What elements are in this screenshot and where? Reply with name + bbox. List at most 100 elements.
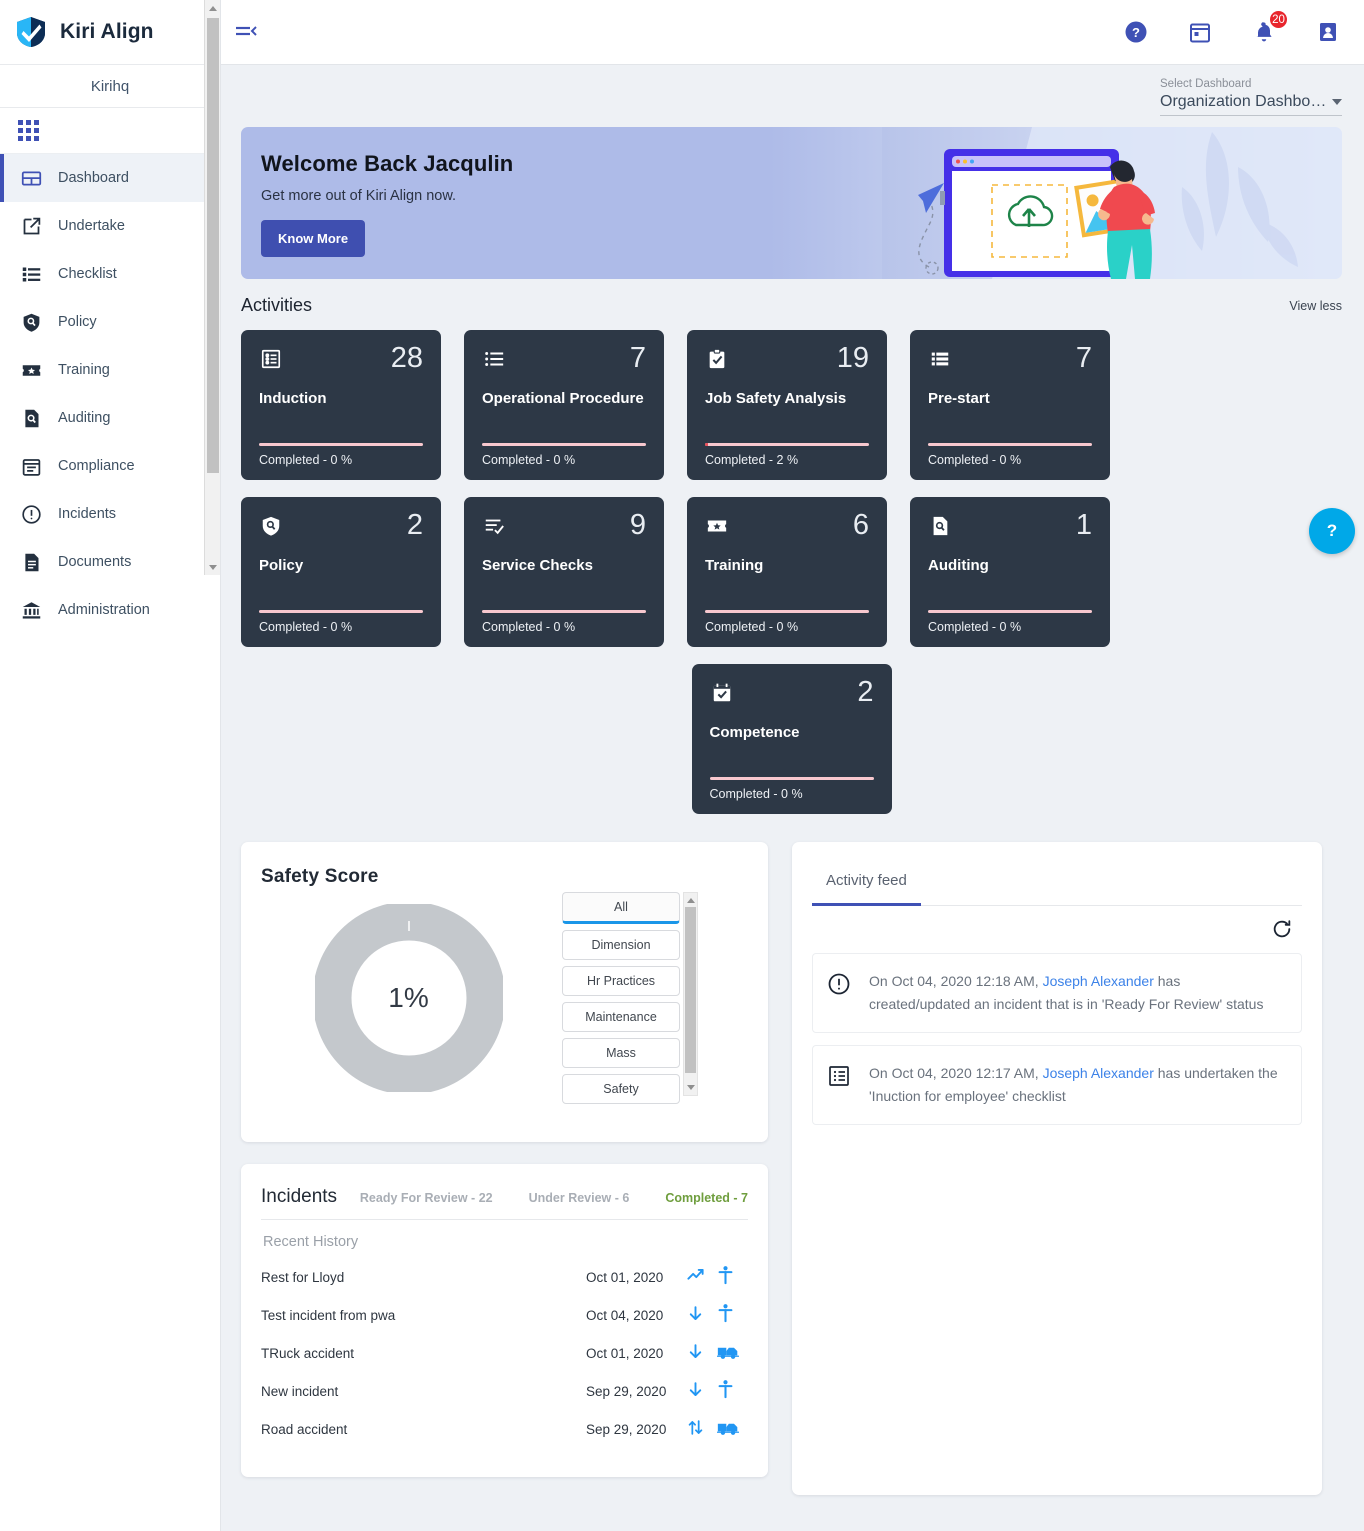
filter-maintenance[interactable]: Maintenance — [562, 1002, 680, 1032]
card-completed-label: Completed - 0 % — [709, 787, 803, 801]
scroll-up-arrow-icon[interactable] — [205, 0, 221, 16]
grid-apps-icon[interactable] — [18, 120, 39, 141]
activity-feed-tabs: Activity feed — [812, 842, 1302, 906]
chevron-down-icon[interactable] — [1332, 99, 1342, 105]
filter-safety[interactable]: Safety — [562, 1074, 680, 1104]
sidebar-label: Undertake — [58, 218, 125, 234]
activity-card-induction[interactable]: 28 Induction Completed - 0 % — [241, 330, 441, 480]
sidebar-item-compliance[interactable]: Compliance — [0, 442, 220, 490]
user-card-icon[interactable] — [1314, 18, 1342, 46]
incident-row[interactable]: Rest for Lloyd Oct 01, 2020 — [261, 1258, 748, 1296]
scrollbar-thumb[interactable] — [685, 907, 696, 1073]
card-top: 1 — [928, 509, 1092, 541]
bell-icon[interactable]: 20 — [1250, 9, 1289, 46]
incident-name: TRuck accident — [261, 1345, 355, 1361]
sidebar-item-documents[interactable]: Documents — [0, 538, 220, 586]
feed-user-link[interactable]: Joseph Alexander — [1043, 973, 1154, 989]
filters-scrollbar[interactable] — [683, 892, 698, 1096]
sidebar-item-undertake[interactable]: Undertake — [0, 202, 220, 250]
card-footer: Completed - 0 % — [705, 610, 869, 634]
apps-switcher[interactable] — [0, 108, 220, 154]
filter-dimension[interactable]: Dimension — [562, 930, 680, 960]
card-footer: Completed - 0 % — [709, 777, 874, 801]
activity-feed-item[interactable]: On Oct 04, 2020 12:18 AM, Joseph Alexand… — [812, 953, 1302, 1033]
incident-row[interactable]: New incident Sep 29, 2020 — [261, 1372, 748, 1410]
refresh-icon[interactable] — [1270, 917, 1294, 941]
activity-feed-item[interactable]: On Oct 04, 2020 12:17 AM, Joseph Alexand… — [812, 1045, 1302, 1125]
notification-badge: 20 — [1268, 9, 1289, 30]
incident-row[interactable]: Road accident Sep 29, 2020 — [261, 1410, 748, 1448]
view-less-toggle[interactable]: View less — [1289, 299, 1342, 313]
progress-bar — [482, 610, 646, 613]
activity-card-policy[interactable]: 2 Policy Completed - 0 % — [241, 497, 441, 647]
incident-name: Rest for Lloyd — [261, 1269, 345, 1285]
app-root: Kiri Align Kirihq Dashboard Undertake Ch… — [0, 0, 1364, 1531]
incident-row[interactable]: TRuck accident Oct 01, 2020 — [261, 1334, 748, 1372]
scroll-down-arrow-icon[interactable] — [205, 559, 221, 575]
upload-illustration — [882, 127, 1342, 279]
incidents-stat-ready-for-review[interactable]: Ready For Review - 22 — [360, 1191, 493, 1205]
sidebar-item-auditing[interactable]: Auditing — [0, 394, 220, 442]
person-icon — [717, 1380, 734, 1402]
card-top: 19 — [705, 344, 869, 373]
incidents-stat-under-review[interactable]: Under Review - 6 — [529, 1191, 630, 1205]
incidents-stat-completed[interactable]: Completed - 7 — [665, 1191, 748, 1205]
card-top: 7 — [482, 344, 646, 373]
sidebar-item-incidents[interactable]: Incidents — [0, 490, 220, 538]
sidebar-label: Dashboard — [58, 170, 129, 186]
incident-icons — [686, 1418, 748, 1440]
card-count: 1 — [1075, 509, 1092, 541]
card-footer: Completed - 2 % — [705, 443, 869, 467]
activity-card-training[interactable]: 6 Training Completed - 0 % — [687, 497, 887, 647]
arrow-down-icon — [686, 1342, 705, 1364]
activity-card-service-checks[interactable]: 9 Service Checks Completed - 0 % — [464, 497, 664, 647]
dashboard-select-value: Organization Dashbo… — [1160, 93, 1326, 110]
banner-text: Welcome Back Jacqulin Get more out of Ki… — [261, 151, 513, 257]
activity-card-competence[interactable]: 2 Competence Completed - 0 % — [691, 664, 892, 814]
activity-card-operational-procedure[interactable]: 7 Operational Procedure Completed - 0 % — [464, 330, 664, 480]
activity-card-auditing[interactable]: 1 Auditing Completed - 0 % — [910, 497, 1110, 647]
scrollbar-thumb[interactable] — [207, 18, 219, 473]
progress-bar — [482, 443, 646, 446]
filter-hr-practices[interactable]: Hr Practices — [562, 966, 680, 996]
know-more-button[interactable]: Know More — [261, 220, 366, 257]
progress-bar — [709, 777, 874, 780]
alert-circle-icon — [827, 972, 851, 996]
file-text-icon — [20, 551, 42, 573]
scroll-down-arrow-icon[interactable] — [684, 1081, 697, 1094]
vehicle-icon — [717, 1343, 739, 1364]
safety-filter-list: All Dimension Hr Practices Maintenance M… — [562, 892, 680, 1104]
incidents-panel: Incidents Ready For Review - 22 Under Re… — [241, 1164, 768, 1477]
sidebar-item-dashboard[interactable]: Dashboard — [0, 154, 220, 202]
card-completed-label: Completed - 2 % — [705, 453, 799, 467]
dashboard-select-value-row[interactable]: Organization Dashbo… — [1160, 93, 1342, 116]
dashboard-selector[interactable]: Select Dashboard Organization Dashbo… — [1160, 78, 1342, 116]
card-count: 2 — [406, 509, 423, 541]
tab-activity-feed[interactable]: Activity feed — [812, 872, 921, 906]
shield-search-icon — [259, 514, 283, 538]
document-search-icon — [928, 514, 952, 538]
panels-row: Safety Score 1% All Dimension Hr Practic… — [241, 842, 1342, 1495]
sidebar-item-policy[interactable]: Policy — [0, 298, 220, 346]
sidebar-item-training[interactable]: Training — [0, 346, 220, 394]
checklist-icon — [827, 1064, 851, 1088]
sidebar-item-administration[interactable]: Administration — [0, 586, 220, 634]
sidebar-item-checklist[interactable]: Checklist — [0, 250, 220, 298]
card-completed-label: Completed - 0 % — [482, 620, 576, 634]
sidebar-scrollbar[interactable] — [204, 0, 220, 575]
filter-mass[interactable]: Mass — [562, 1038, 680, 1068]
activity-card-job-safety-analysis[interactable]: 19 Job Safety Analysis Completed - 2 % — [687, 330, 887, 480]
help-floating-button[interactable]: ? — [1309, 508, 1355, 554]
alert-circle-icon — [20, 503, 42, 525]
feed-user-link[interactable]: Joseph Alexander — [1043, 1065, 1154, 1081]
incident-row[interactable]: Test incident from pwa Oct 04, 2020 — [261, 1296, 748, 1334]
calendar-icon[interactable] — [1186, 18, 1214, 46]
menu-collapse-icon[interactable] — [229, 15, 263, 49]
scroll-up-arrow-icon[interactable] — [684, 894, 697, 907]
card-top: 9 — [482, 511, 646, 540]
activity-feed-text: On Oct 04, 2020 12:17 AM, Joseph Alexand… — [869, 1062, 1285, 1108]
incident-date: Oct 01, 2020 — [586, 1269, 664, 1285]
filter-all[interactable]: All — [562, 892, 680, 924]
activity-card-pre-start[interactable]: 7 Pre-start Completed - 0 % — [910, 330, 1110, 480]
help-circle-icon[interactable]: ? — [1122, 18, 1150, 46]
